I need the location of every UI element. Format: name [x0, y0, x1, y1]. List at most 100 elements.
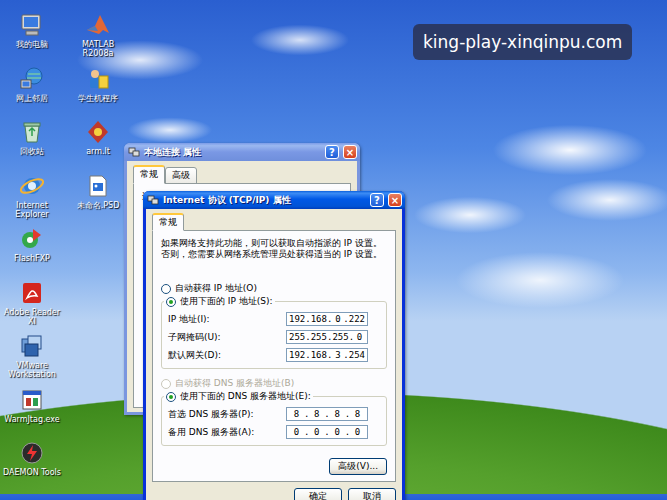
help-button[interactable]: ? [325, 145, 339, 159]
ip-field-row: 首选 DNS 服务器(P):8.8.8.8 [168, 405, 368, 423]
desktop-icon[interactable]: Internet Explorer [2, 173, 62, 227]
ip-address-input[interactable]: 0.0.0.0 [286, 425, 368, 439]
arm-file-icon [85, 119, 111, 145]
octet: 255 [289, 332, 305, 342]
ip-field-row: 默认网关(D):192.168.3.254 [168, 346, 368, 364]
octet: 0 [350, 427, 365, 437]
desktop-icon[interactable]: 回收站 [2, 119, 62, 173]
window-title: Internet 协议 (TCP/IP) 属性 [163, 194, 366, 207]
close-button[interactable]: × [343, 145, 357, 159]
cancel-button[interactable]: 取消 [348, 488, 396, 500]
ok-button[interactable]: 确定 [294, 488, 342, 500]
ip-address-input[interactable]: 255.255.255.0 [286, 330, 368, 344]
octet-separator: . [345, 427, 350, 437]
octet: 192 [289, 314, 305, 324]
radio-option[interactable]: 使用下面的 IP 地址(S): [166, 295, 273, 308]
desktop-icon-label: 未命名.PSD [77, 201, 120, 210]
octet-separator: . [324, 427, 329, 437]
octet: 0 [354, 332, 365, 342]
recycle-bin-icon [19, 119, 45, 145]
octet: 255 [332, 332, 348, 342]
tab-row: 常规高级 [133, 165, 351, 184]
octet-separator: . [304, 409, 309, 419]
desktop-icon[interactable]: arm.lt [68, 119, 128, 173]
octet-separator: . [343, 350, 348, 360]
network-connection-icon [147, 194, 159, 206]
desktop-icon[interactable]: WarmJtag.exe [2, 387, 62, 441]
radio-option[interactable]: 自动获得 IP 地址(O) [161, 282, 387, 295]
program-file-icon [19, 387, 45, 413]
group-legend: 使用下面的 IP 地址(S): [164, 295, 275, 308]
help-button[interactable]: ? [370, 193, 384, 207]
desktop-icon[interactable]: MATLAB R2008a [68, 12, 128, 66]
octet-separator: . [327, 332, 332, 342]
desktop-icon-label: arm.lt [86, 147, 110, 156]
octet-separator: . [305, 314, 310, 324]
octet: 8 [289, 409, 304, 419]
advanced-button[interactable]: 高级(V)... [329, 458, 387, 475]
desktop-icon-label: Adobe Reader XI [2, 308, 62, 326]
desktop-icon-label: DAEMON Tools [3, 468, 61, 477]
program-icon [85, 66, 111, 92]
radio-label: 使用下面的 IP 地址(S): [180, 295, 273, 308]
field-label: 首选 DNS 服务器(P): [168, 408, 286, 421]
field-label: IP 地址(I): [168, 313, 286, 326]
desktop-icon[interactable]: 网上邻居 [2, 66, 62, 120]
tab[interactable]: 高级 [165, 167, 197, 184]
ip-field-row: IP 地址(I):192.168.0.222 [168, 310, 368, 328]
close-button[interactable]: × [388, 193, 402, 207]
desktop-icon-label: MATLAB R2008a [68, 40, 128, 58]
desktop-icon[interactable]: FlashFXP [2, 226, 62, 280]
octet-separator: . [304, 427, 309, 437]
radio-icon [161, 379, 171, 389]
ip-address-input[interactable]: 8.8.8.8 [286, 407, 368, 421]
desktop: 我的电脑网上邻居回收站 Internet ExplorerFlashFXP Adob… [0, 0, 667, 500]
desktop-icon-label: 学生机程序 [78, 94, 118, 103]
octet: 8 [350, 409, 365, 419]
desktop-icon[interactable]: Adobe Reader XI [2, 280, 62, 334]
desktop-icon[interactable]: 我的电脑 [2, 12, 62, 66]
desktop-icon[interactable]: 学生机程序 [68, 66, 128, 120]
octet-separator: . [327, 314, 332, 324]
radio-icon [161, 284, 171, 294]
image-file-icon [85, 173, 111, 199]
desktop-icon[interactable]: 未命名.PSD [68, 173, 128, 227]
octet: 0 [332, 314, 343, 324]
title-bar[interactable]: Internet 协议 (TCP/IP) 属性? × [143, 191, 405, 209]
description: 如果网络支持此功能，则可以获取自动指派的 IP 设置。否则，您需要从网络系统管理… [161, 238, 387, 260]
flashfxp-icon [19, 226, 45, 252]
daemon-tools-icon [19, 440, 45, 466]
ip-address-input[interactable]: 192.168.0.222 [286, 312, 368, 326]
radio-option[interactable]: 使用下面的 DNS 服务器地址(E): [166, 390, 311, 403]
tcpip-properties-dialog: Internet 协议 (TCP/IP) 属性? × 常规如果网络支持此功能，则可以… [143, 191, 405, 500]
internet-explorer-icon [19, 173, 45, 199]
desktop-icon-label: 网上邻居 [16, 94, 48, 103]
ip-field-row: 备用 DNS 服务器(A):0.0.0.0 [168, 423, 368, 441]
octet: 0 [330, 427, 345, 437]
ip-address-input[interactable]: 192.168.3.254 [286, 348, 368, 362]
desktop-icon-label: VMware Workstation [2, 361, 62, 379]
radio-label: 使用下面的 DNS 服务器地址(E): [180, 390, 311, 403]
octet: 222 [349, 314, 365, 324]
octet: 0 [289, 427, 304, 437]
title-bar[interactable]: 本地连接 属性?× [124, 143, 360, 161]
desktop-icon[interactable]: VMware Workstation [2, 333, 62, 387]
desktop-icon[interactable]: DAEMON Tools [2, 440, 62, 494]
computer-icon [19, 12, 45, 38]
octet: 3 [332, 350, 343, 360]
octet: 192 [289, 350, 305, 360]
octet: 8 [330, 409, 345, 419]
advanced-row: 高级(V)... [161, 458, 387, 475]
tab[interactable]: 常规 [133, 165, 165, 184]
adobe-reader-icon [19, 280, 45, 306]
octet: 168 [311, 314, 327, 324]
octet: 0 [309, 427, 324, 437]
desktop-icons: 我的电脑网上邻居回收站 Internet ExplorerFlashFXP Adob… [2, 12, 130, 494]
ip-settings-group: 使用下面的 IP 地址(S):IP 地址(I):192.168.0.222子网掩… [161, 295, 387, 369]
tab-row: 常规 [152, 213, 396, 231]
octet: 255 [311, 332, 327, 342]
dns-settings-group: 使用下面的 DNS 服务器地址(E):首选 DNS 服务器(P):8.8.8.8… [161, 390, 387, 446]
tab[interactable]: 常规 [152, 213, 184, 231]
group-legend: 使用下面的 DNS 服务器地址(E): [164, 390, 313, 403]
desktop-icon-label: 回收站 [20, 147, 44, 156]
